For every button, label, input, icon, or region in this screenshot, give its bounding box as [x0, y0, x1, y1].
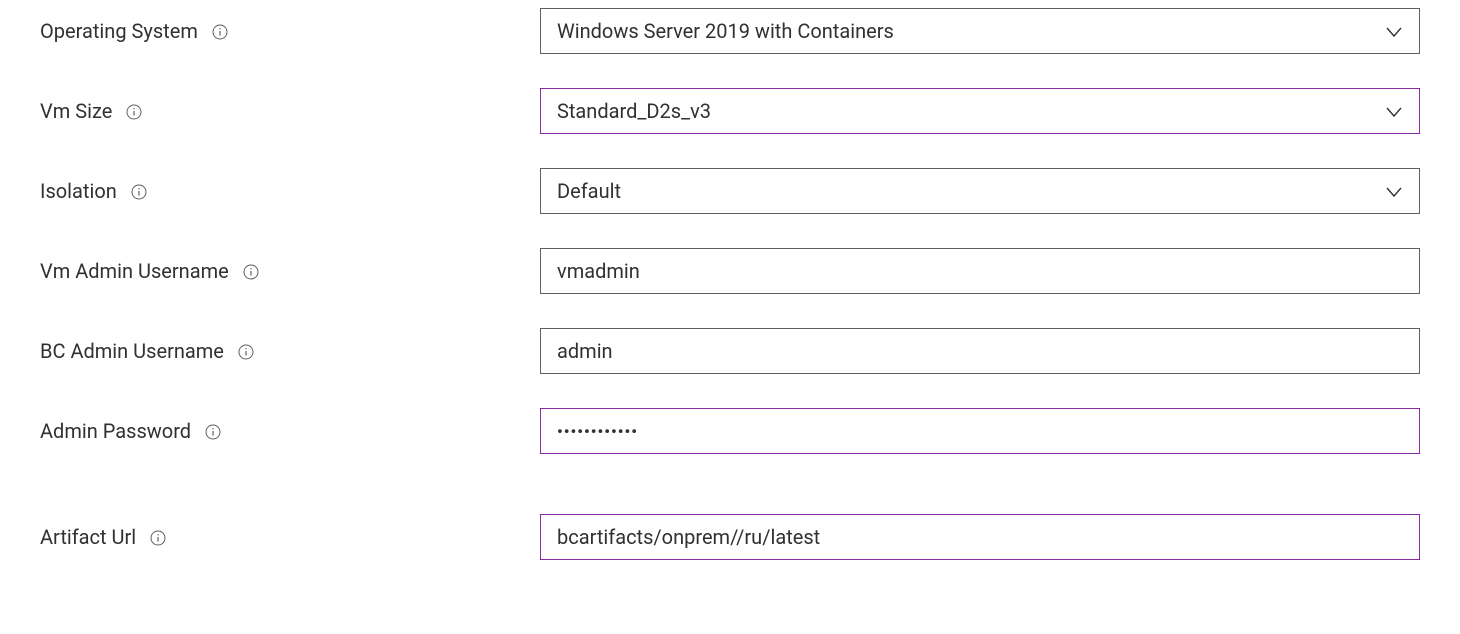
row-isolation: Isolation Default — [40, 168, 1420, 214]
info-icon[interactable] — [205, 424, 221, 440]
info-icon[interactable] — [126, 104, 142, 120]
label-operating-system: Operating System — [40, 19, 540, 43]
label-text-vm-admin-username: Vm Admin Username — [40, 259, 229, 283]
row-artifact-url: Artifact Url — [40, 514, 1420, 560]
row-bc-admin-username: BC Admin Username — [40, 328, 1420, 374]
admin-password-input[interactable] — [557, 409, 1403, 453]
label-vm-size: Vm Size — [40, 99, 540, 123]
label-bc-admin-username: BC Admin Username — [40, 339, 540, 363]
isolation-value: Default — [557, 179, 621, 203]
info-icon[interactable] — [212, 24, 228, 40]
row-admin-password: Admin Password — [40, 408, 1420, 454]
row-operating-system: Operating System Windows Server 2019 wit… — [40, 8, 1420, 54]
isolation-dropdown[interactable]: Default — [540, 168, 1420, 214]
label-text-artifact-url: Artifact Url — [40, 525, 136, 549]
label-text-bc-admin-username: BC Admin Username — [40, 339, 224, 363]
control-vm-admin-username — [540, 248, 1420, 294]
chevron-down-icon — [1385, 22, 1403, 40]
vm-admin-username-input[interactable] — [557, 249, 1403, 293]
label-text-isolation: Isolation — [40, 179, 117, 203]
control-admin-password — [540, 408, 1420, 454]
admin-password-input-wrapper — [540, 408, 1420, 454]
label-isolation: Isolation — [40, 179, 540, 203]
row-vm-admin-username: Vm Admin Username — [40, 248, 1420, 294]
label-text-vm-size: Vm Size — [40, 99, 112, 123]
control-isolation: Default — [540, 168, 1420, 214]
info-icon[interactable] — [238, 344, 254, 360]
row-vm-size: Vm Size Standard_D2s_v3 — [40, 88, 1420, 134]
label-text-admin-password: Admin Password — [40, 419, 191, 443]
vm-size-value: Standard_D2s_v3 — [557, 99, 711, 123]
configuration-form: Operating System Windows Server 2019 wit… — [0, 0, 1460, 634]
chevron-down-icon — [1385, 182, 1403, 200]
artifact-url-input[interactable] — [557, 515, 1403, 559]
label-text-operating-system: Operating System — [40, 19, 198, 43]
bc-admin-username-input[interactable] — [557, 329, 1403, 373]
chevron-down-icon — [1385, 102, 1403, 120]
operating-system-value: Windows Server 2019 with Containers — [557, 19, 894, 43]
operating-system-dropdown[interactable]: Windows Server 2019 with Containers — [540, 8, 1420, 54]
info-icon[interactable] — [131, 184, 147, 200]
label-artifact-url: Artifact Url — [40, 525, 540, 549]
bc-admin-username-input-wrapper — [540, 328, 1420, 374]
vm-size-dropdown[interactable]: Standard_D2s_v3 — [540, 88, 1420, 134]
vm-admin-username-input-wrapper — [540, 248, 1420, 294]
info-icon[interactable] — [150, 530, 166, 546]
artifact-url-input-wrapper — [540, 514, 1420, 560]
label-vm-admin-username: Vm Admin Username — [40, 259, 540, 283]
label-admin-password: Admin Password — [40, 419, 540, 443]
control-vm-size: Standard_D2s_v3 — [540, 88, 1420, 134]
info-icon[interactable] — [243, 264, 259, 280]
control-artifact-url — [540, 514, 1420, 560]
control-bc-admin-username — [540, 328, 1420, 374]
control-operating-system: Windows Server 2019 with Containers — [540, 8, 1420, 54]
